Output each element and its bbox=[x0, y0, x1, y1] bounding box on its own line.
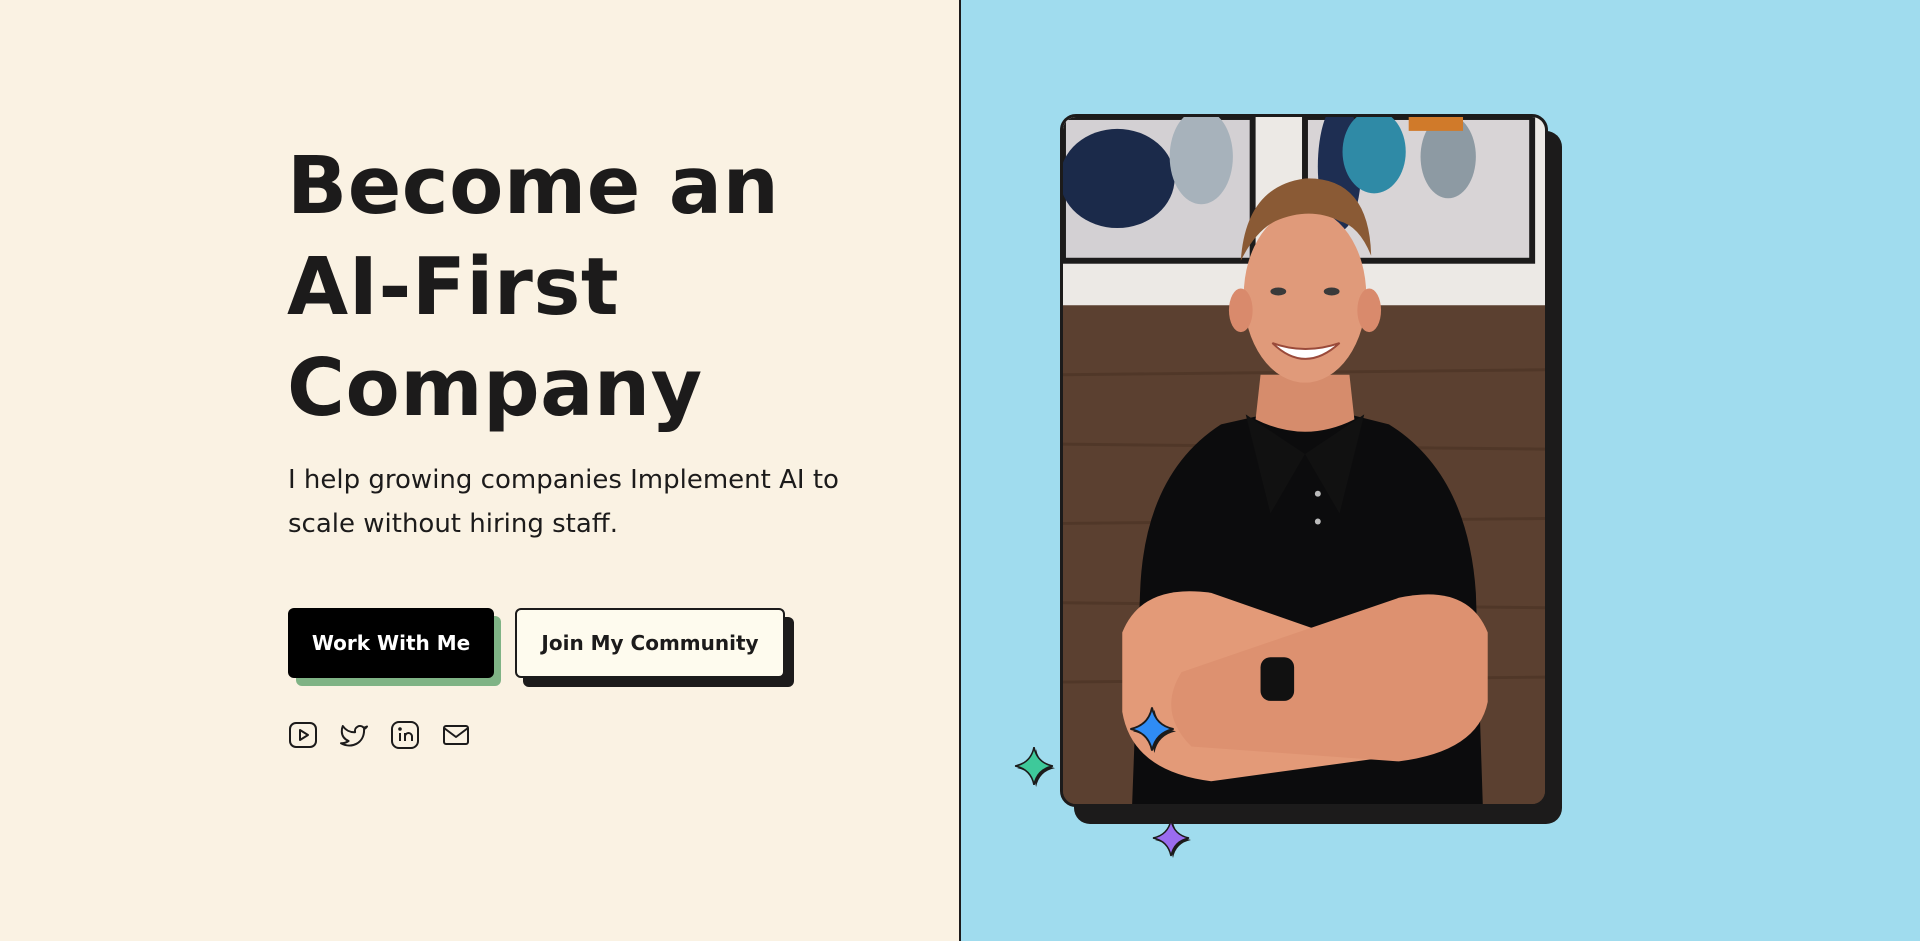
portrait-illustration bbox=[1063, 117, 1545, 804]
hero-title-line-3: Company bbox=[287, 342, 703, 434]
work-with-me-button[interactable]: Work With Me bbox=[288, 608, 494, 678]
sparkle-purple-icon bbox=[1152, 819, 1191, 858]
linkedin-icon[interactable] bbox=[389, 719, 421, 751]
social-links bbox=[287, 719, 491, 751]
join-community-button-wrap: Join My Community bbox=[515, 608, 795, 688]
sparkle-blue-icon bbox=[1130, 707, 1176, 753]
hero-title-line-2: AI-First bbox=[287, 241, 620, 333]
join-community-button[interactable]: Join My Community bbox=[515, 608, 785, 678]
hero-title: Become an AI-First Company bbox=[287, 136, 887, 439]
hero-title-line-1: Become an bbox=[287, 140, 780, 232]
youtube-icon[interactable] bbox=[287, 719, 319, 751]
twitter-icon[interactable] bbox=[338, 719, 370, 751]
work-with-me-button-wrap: Work With Me bbox=[288, 608, 503, 688]
portrait-photo bbox=[1060, 114, 1548, 807]
sparkle-green-icon bbox=[1014, 746, 1055, 787]
hero-subtitle: I help growing companies Implement AI to… bbox=[288, 465, 839, 539]
mail-icon[interactable] bbox=[440, 719, 472, 751]
